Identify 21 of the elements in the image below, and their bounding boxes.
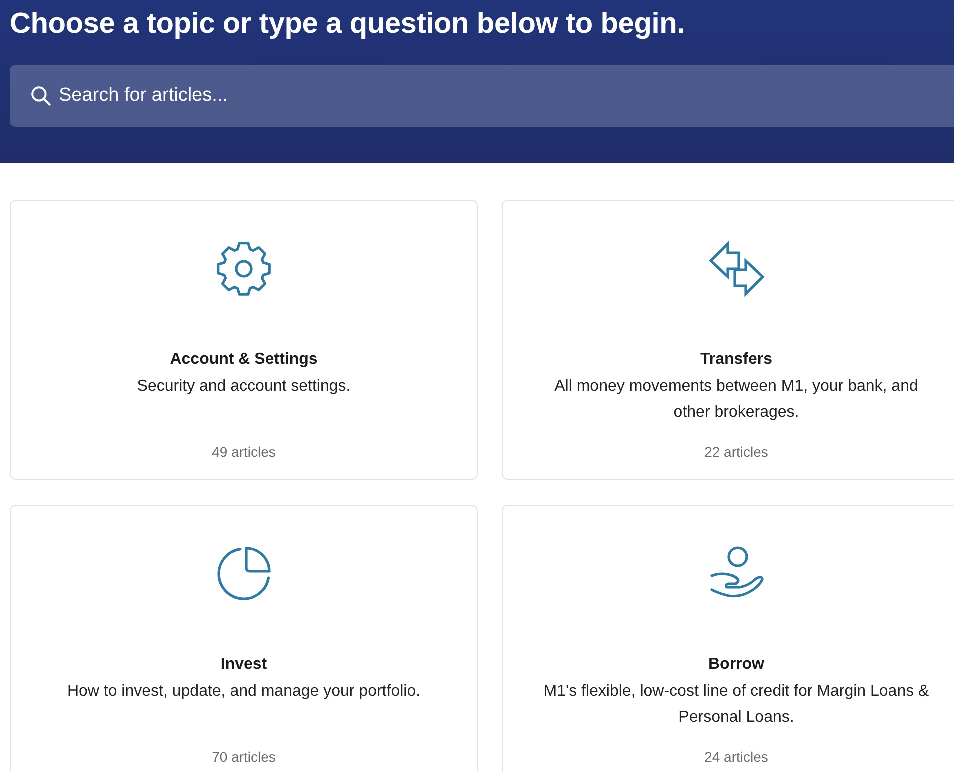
article-count: 49 articles (212, 443, 276, 462)
gear-icon (216, 241, 272, 297)
topic-description: All money movements between M1, your bank, and other brokerages. (554, 377, 920, 423)
pie-chart-icon (216, 546, 272, 602)
topic-title: Account & Settings (170, 350, 318, 370)
article-count: 70 articles (212, 748, 276, 767)
topic-card[interactable]: Invest How to invest, update, and manage your portfolio. 70 articles (10, 505, 478, 772)
page-heading: Choose a topic or type a question below to begin. (10, 7, 685, 42)
topic-title: Invest (220, 655, 268, 675)
search-icon (31, 86, 51, 106)
article-count: 22 articles (704, 443, 768, 462)
topic-description: How to invest, update, and manage your portfolio. (67, 682, 421, 702)
topic-description: M1's flexible, low-cost line of credit for Margin Loans & Personal Loans. (542, 682, 930, 728)
topic-title: Transfers (700, 350, 773, 370)
topic-description: Security and account settings. (137, 377, 351, 397)
topic-card[interactable]: Account & Settings Security and account settings. 49 articles (10, 200, 478, 480)
two-arrows-icon (708, 241, 764, 297)
topic-card[interactable]: Transfers All money movements between M1, your bank, and other brokerages. 22 articles (502, 200, 954, 480)
topic-title: Borrow (708, 655, 764, 675)
topic-card[interactable]: Borrow M1's flexible, low-cost line of credit for Margin Loans & Personal Loans. 24 articles (502, 505, 954, 772)
article-count: 24 articles (704, 748, 768, 767)
